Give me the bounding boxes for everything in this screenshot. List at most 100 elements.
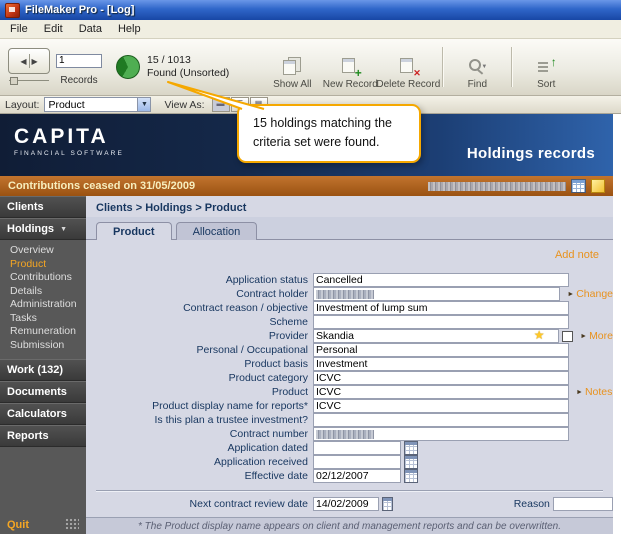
field-label: Scheme bbox=[269, 316, 308, 328]
toolbar-separator bbox=[511, 47, 513, 87]
sidebar-item-overview[interactable]: Overview bbox=[0, 244, 86, 258]
application-received-field[interactable] bbox=[313, 455, 401, 469]
product-field[interactable]: ICVC bbox=[313, 385, 569, 399]
reason-field[interactable] bbox=[552, 497, 613, 511]
record-book-icon[interactable]: ◀ ▶ bbox=[8, 48, 50, 74]
redacted-client-name bbox=[428, 181, 566, 191]
menu-file[interactable]: File bbox=[2, 21, 36, 37]
personal-occupational-field[interactable]: Personal bbox=[313, 343, 569, 357]
layout-value: Product bbox=[48, 98, 85, 111]
quit-row: Quit bbox=[0, 516, 86, 534]
sidebar-item-work-132[interactable]: Work (132) bbox=[0, 359, 86, 381]
chevron-down-icon: ▼ bbox=[481, 63, 488, 70]
field-value: 02/12/2007 bbox=[316, 470, 369, 482]
effective-date-field[interactable]: 02/12/2007 bbox=[313, 469, 401, 483]
new-record-label: New Record bbox=[322, 79, 378, 90]
sidebar-item-calculators[interactable]: Calculators bbox=[0, 403, 86, 425]
field-label: Contract holder bbox=[236, 288, 308, 300]
is-this-plan-a-trustee-investment-field[interactable] bbox=[313, 413, 569, 427]
body: Clients Holdings ▼ Overview Product Contri… bbox=[0, 196, 613, 534]
application-dated-field[interactable] bbox=[313, 441, 401, 455]
sidebar-item-documents[interactable]: Documents bbox=[0, 381, 86, 403]
sidebar-item-remuneration[interactable]: Remuneration bbox=[0, 325, 86, 339]
form-row: Is this plan a trustee investment? bbox=[86, 413, 613, 427]
menu-data[interactable]: Data bbox=[71, 21, 110, 37]
sidebar-item-tasks[interactable]: Tasks bbox=[0, 312, 86, 326]
toolbar-separator bbox=[442, 47, 444, 87]
layout-dropdown[interactable]: Product ▼ bbox=[44, 97, 152, 112]
form-row: Scheme bbox=[86, 315, 613, 329]
field-label: Product basis bbox=[244, 358, 308, 370]
form-row: Product category ICVC bbox=[86, 371, 613, 385]
scheme-field[interactable] bbox=[313, 315, 569, 329]
sticky-note-icon[interactable] bbox=[591, 179, 605, 193]
sidebar-item-details[interactable]: Details bbox=[0, 285, 86, 299]
record-slider[interactable] bbox=[8, 76, 50, 85]
form-row: Personal / Occupational Personal bbox=[86, 343, 613, 357]
new-record-button[interactable]: New Record bbox=[321, 44, 379, 90]
book-spine bbox=[28, 54, 30, 68]
change-link[interactable]: ► Change bbox=[567, 288, 613, 300]
form-row: Contract holder ► Change bbox=[86, 287, 613, 301]
calendar-icon[interactable] bbox=[404, 441, 418, 455]
notes-link[interactable]: ► Notes bbox=[576, 386, 612, 398]
sidebar-item-contributions[interactable]: Contributions bbox=[0, 271, 86, 285]
sidebar-item-product[interactable]: Product bbox=[0, 258, 86, 272]
link-label: Notes bbox=[584, 386, 613, 398]
find-icon: ▼ bbox=[467, 58, 487, 75]
sort-button[interactable]: Sort bbox=[517, 44, 575, 91]
more-link[interactable]: ► More bbox=[580, 330, 613, 342]
next-record-arrow-icon[interactable]: ▶ bbox=[32, 57, 38, 66]
sidebar-item-administration[interactable]: Administration bbox=[0, 298, 86, 312]
form-row: Application received bbox=[86, 455, 613, 469]
field-value: Cancelled bbox=[316, 274, 363, 286]
field-value: ICVC bbox=[316, 386, 342, 398]
next-contract-review-date-field[interactable]: 14/02/2009 bbox=[313, 497, 379, 511]
field-label: Application dated bbox=[227, 442, 308, 454]
menu-edit[interactable]: Edit bbox=[36, 21, 71, 37]
callout-tail bbox=[167, 81, 265, 110]
content: Clients > Holdings > Product Product All… bbox=[86, 196, 613, 534]
application-status-field[interactable]: Cancelled bbox=[313, 273, 569, 287]
document-window: CAPITA FINANCIAL SOFTWARE Holdings recor… bbox=[0, 114, 613, 534]
find-button[interactable]: ▼ Find bbox=[448, 44, 506, 90]
contract-holder-field[interactable] bbox=[313, 287, 561, 301]
product-panel: Add note Application status Cancelled Cont… bbox=[86, 240, 613, 517]
sidebar-item-holdings[interactable]: Holdings ▼ bbox=[0, 218, 86, 240]
sidebar-item-reports[interactable]: Reports bbox=[0, 425, 86, 447]
product-display-name-for-reports-field[interactable]: ICVC bbox=[313, 399, 569, 413]
record-number-input[interactable]: 1 bbox=[56, 54, 102, 68]
favorite-star-icon[interactable]: ★ bbox=[534, 329, 545, 341]
prev-record-arrow-icon[interactable]: ◀ bbox=[20, 57, 26, 66]
calendar-icon[interactable] bbox=[381, 497, 393, 511]
field-label: Effective date bbox=[244, 470, 308, 482]
found-set-status: 15 / 1013 Found (Unsorted) bbox=[147, 54, 229, 80]
tab-allocation[interactable]: Allocation bbox=[175, 222, 258, 240]
sidebar-item-submission[interactable]: Submission bbox=[0, 339, 86, 353]
review-row: Next contract review date 14/02/2009 Rea… bbox=[86, 497, 613, 511]
field-value: Investment bbox=[316, 358, 368, 370]
menu-help[interactable]: Help bbox=[110, 21, 149, 37]
calendar-icon[interactable] bbox=[404, 469, 418, 483]
resize-grip-icon bbox=[65, 518, 79, 531]
add-note-link[interactable]: Add note bbox=[555, 249, 599, 261]
chevron-down-icon[interactable]: ▼ bbox=[137, 98, 151, 111]
quit-button[interactable]: Quit bbox=[7, 519, 29, 531]
sidebar-sections: Work (132) Documents Calculators Reports bbox=[0, 359, 86, 447]
field-label: Personal / Occupational bbox=[196, 344, 308, 356]
table-view-icon[interactable] bbox=[571, 179, 586, 193]
delete-record-button[interactable]: Delete Record bbox=[376, 44, 440, 90]
section-divider bbox=[96, 490, 603, 491]
provider-field[interactable]: Skandia ★ bbox=[313, 329, 560, 343]
sidebar-filler bbox=[0, 447, 86, 516]
tab-product[interactable]: Product bbox=[96, 222, 172, 240]
product-basis-field[interactable]: Investment bbox=[313, 357, 569, 371]
sidebar-item-clients[interactable]: Clients bbox=[0, 196, 86, 218]
field-value: Investment of lump sum bbox=[316, 302, 428, 314]
contract-reason-objective-field[interactable]: Investment of lump sum bbox=[313, 301, 569, 315]
contract-number-field[interactable] bbox=[313, 427, 569, 441]
toolbar: ◀ ▶ 1 Records 15 / 1013 Found (Unsorted)… bbox=[0, 39, 621, 96]
calendar-icon[interactable] bbox=[404, 455, 418, 469]
product-category-field[interactable]: ICVC bbox=[313, 371, 569, 385]
provider-checkbox[interactable] bbox=[562, 330, 574, 342]
